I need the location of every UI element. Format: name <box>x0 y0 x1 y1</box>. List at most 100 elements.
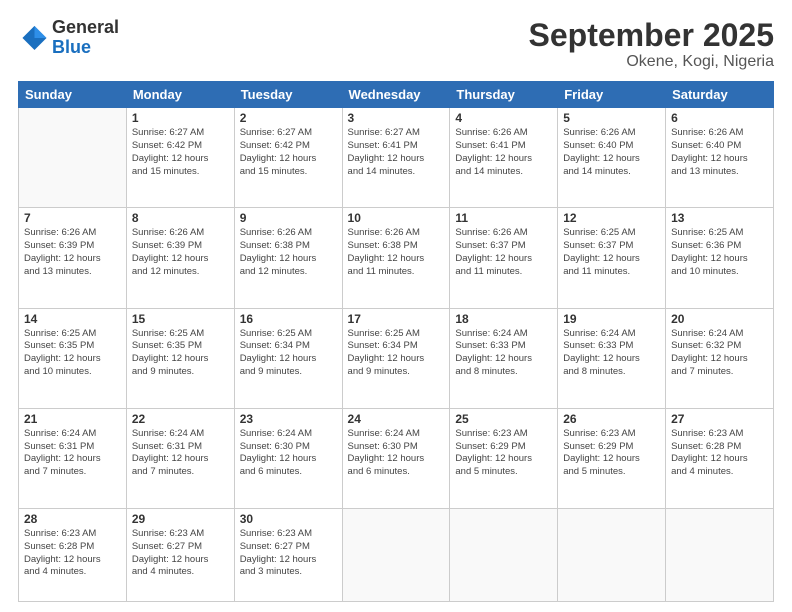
day-info: Sunrise: 6:25 AM Sunset: 6:36 PM Dayligh… <box>671 227 768 278</box>
table-row: 24 Sunrise: 6:24 AM Sunset: 6:30 PM Dayli… <box>342 408 450 508</box>
table-row: 10Sunrise: 6:26 AM Sunset: 6:38 PM Dayli… <box>342 208 450 308</box>
table-row: 6 Sunrise: 6:26 AM Sunset: 6:40 PM Daylig… <box>666 108 774 208</box>
table-row: 4Sunrise: 6:26 AM Sunset: 6:41 PM Daylig… <box>450 108 558 208</box>
table-row: 20 Sunrise: 6:24 AM Sunset: 6:32 PM Dayli… <box>666 308 774 408</box>
header-tuesday: Tuesday <box>234 82 342 108</box>
day-number: 11 <box>455 211 552 225</box>
day-number: 27 <box>671 412 768 426</box>
day-number: 2 <box>240 111 337 125</box>
day-number: 8 <box>132 211 229 225</box>
day-info: Sunrise: 6:25 AM Sunset: 6:35 PM Dayligh… <box>132 328 229 379</box>
day-number: 30 <box>240 512 337 526</box>
table-row <box>666 508 774 601</box>
day-number: 24 <box>348 412 445 426</box>
table-row: 5 Sunrise: 6:26 AM Sunset: 6:40 PM Daylig… <box>558 108 666 208</box>
logo-blue-text: Blue <box>52 38 119 58</box>
day-info: Sunrise: 6:23 AM Sunset: 6:28 PM Dayligh… <box>671 428 768 479</box>
table-row: 13 Sunrise: 6:25 AM Sunset: 6:36 PM Dayli… <box>666 208 774 308</box>
main-title: September 2025 <box>529 18 774 53</box>
table-row: 3 Sunrise: 6:27 AM Sunset: 6:41 PM Daylig… <box>342 108 450 208</box>
day-info: Sunrise: 6:26 AM Sunset: 6:38 PM Dayligh… <box>240 227 337 278</box>
calendar-table: Sunday Monday Tuesday Wednesday Thursday… <box>18 81 774 602</box>
header-saturday: Saturday <box>666 82 774 108</box>
day-number: 23 <box>240 412 337 426</box>
day-number: 7 <box>24 211 121 225</box>
day-number: 25 <box>455 412 552 426</box>
day-number: 1 <box>132 111 229 125</box>
day-info: Sunrise: 6:25 AM Sunset: 6:34 PM Dayligh… <box>240 328 337 379</box>
day-number: 19 <box>563 312 660 326</box>
day-info: Sunrise: 6:26 AM Sunset: 6:39 PM Dayligh… <box>132 227 229 278</box>
page: General Blue September 2025 Okene, Kogi,… <box>0 0 792 612</box>
day-number: 17 <box>348 312 445 326</box>
day-info: Sunrise: 6:24 AM Sunset: 6:31 PM Dayligh… <box>24 428 121 479</box>
day-info: Sunrise: 6:24 AM Sunset: 6:33 PM Dayligh… <box>455 328 552 379</box>
table-row: 23 Sunrise: 6:24 AM Sunset: 6:30 PM Dayli… <box>234 408 342 508</box>
day-number: 26 <box>563 412 660 426</box>
day-number: 9 <box>240 211 337 225</box>
day-number: 18 <box>455 312 552 326</box>
table-row: 18 Sunrise: 6:24 AM Sunset: 6:33 PM Dayli… <box>450 308 558 408</box>
subtitle: Okene, Kogi, Nigeria <box>529 53 774 71</box>
day-number: 16 <box>240 312 337 326</box>
table-row: 30 Sunrise: 6:23 AM Sunset: 6:27 PM Dayli… <box>234 508 342 601</box>
logo-icon <box>18 23 48 53</box>
table-row <box>342 508 450 601</box>
header-friday: Friday <box>558 82 666 108</box>
header-monday: Monday <box>126 82 234 108</box>
header-thursday: Thursday <box>450 82 558 108</box>
day-info: Sunrise: 6:23 AM Sunset: 6:28 PM Dayligh… <box>24 528 121 579</box>
logo-general-text: General <box>52 18 119 38</box>
day-info: Sunrise: 6:24 AM Sunset: 6:33 PM Dayligh… <box>563 328 660 379</box>
table-row: 17Sunrise: 6:25 AM Sunset: 6:34 PM Dayli… <box>342 308 450 408</box>
header: General Blue September 2025 Okene, Kogi,… <box>18 18 774 71</box>
table-row: 2Sunrise: 6:27 AM Sunset: 6:42 PM Daylig… <box>234 108 342 208</box>
day-number: 20 <box>671 312 768 326</box>
day-info: Sunrise: 6:23 AM Sunset: 6:29 PM Dayligh… <box>563 428 660 479</box>
logo-text: General Blue <box>52 18 119 58</box>
table-row: 21 Sunrise: 6:24 AM Sunset: 6:31 PM Dayli… <box>19 408 127 508</box>
table-row: 11Sunrise: 6:26 AM Sunset: 6:37 PM Dayli… <box>450 208 558 308</box>
day-info: Sunrise: 6:26 AM Sunset: 6:40 PM Dayligh… <box>563 127 660 178</box>
day-info: Sunrise: 6:24 AM Sunset: 6:31 PM Dayligh… <box>132 428 229 479</box>
day-info: Sunrise: 6:26 AM Sunset: 6:40 PM Dayligh… <box>671 127 768 178</box>
day-info: Sunrise: 6:24 AM Sunset: 6:32 PM Dayligh… <box>671 328 768 379</box>
day-number: 22 <box>132 412 229 426</box>
table-row <box>19 108 127 208</box>
table-row: 16 Sunrise: 6:25 AM Sunset: 6:34 PM Dayli… <box>234 308 342 408</box>
weekday-header-row: Sunday Monday Tuesday Wednesday Thursday… <box>19 82 774 108</box>
day-number: 6 <box>671 111 768 125</box>
day-number: 3 <box>348 111 445 125</box>
day-info: Sunrise: 6:27 AM Sunset: 6:41 PM Dayligh… <box>348 127 445 178</box>
table-row: 8 Sunrise: 6:26 AM Sunset: 6:39 PM Daylig… <box>126 208 234 308</box>
day-info: Sunrise: 6:23 AM Sunset: 6:29 PM Dayligh… <box>455 428 552 479</box>
day-number: 28 <box>24 512 121 526</box>
day-number: 21 <box>24 412 121 426</box>
table-row: 29 Sunrise: 6:23 AM Sunset: 6:27 PM Dayli… <box>126 508 234 601</box>
day-number: 13 <box>671 211 768 225</box>
day-number: 14 <box>24 312 121 326</box>
table-row: 28 Sunrise: 6:23 AM Sunset: 6:28 PM Dayli… <box>19 508 127 601</box>
table-row: 12 Sunrise: 6:25 AM Sunset: 6:37 PM Dayli… <box>558 208 666 308</box>
table-row: 15 Sunrise: 6:25 AM Sunset: 6:35 PM Dayli… <box>126 308 234 408</box>
table-row: 7 Sunrise: 6:26 AM Sunset: 6:39 PM Daylig… <box>19 208 127 308</box>
header-wednesday: Wednesday <box>342 82 450 108</box>
day-number: 15 <box>132 312 229 326</box>
table-row: 9 Sunrise: 6:26 AM Sunset: 6:38 PM Daylig… <box>234 208 342 308</box>
day-info: Sunrise: 6:23 AM Sunset: 6:27 PM Dayligh… <box>132 528 229 579</box>
day-info: Sunrise: 6:24 AM Sunset: 6:30 PM Dayligh… <box>348 428 445 479</box>
title-block: September 2025 Okene, Kogi, Nigeria <box>529 18 774 71</box>
day-info: Sunrise: 6:26 AM Sunset: 6:39 PM Dayligh… <box>24 227 121 278</box>
table-row: 27 Sunrise: 6:23 AM Sunset: 6:28 PM Dayli… <box>666 408 774 508</box>
day-info: Sunrise: 6:27 AM Sunset: 6:42 PM Dayligh… <box>132 127 229 178</box>
day-info: Sunrise: 6:23 AM Sunset: 6:27 PM Dayligh… <box>240 528 337 579</box>
table-row: 26 Sunrise: 6:23 AM Sunset: 6:29 PM Dayli… <box>558 408 666 508</box>
table-row: 1 Sunrise: 6:27 AM Sunset: 6:42 PM Daylig… <box>126 108 234 208</box>
table-row: 19 Sunrise: 6:24 AM Sunset: 6:33 PM Dayli… <box>558 308 666 408</box>
day-number: 5 <box>563 111 660 125</box>
day-number: 10 <box>348 211 445 225</box>
day-number: 12 <box>563 211 660 225</box>
day-info: Sunrise: 6:24 AM Sunset: 6:30 PM Dayligh… <box>240 428 337 479</box>
day-info: Sunrise: 6:25 AM Sunset: 6:37 PM Dayligh… <box>563 227 660 278</box>
day-number: 29 <box>132 512 229 526</box>
